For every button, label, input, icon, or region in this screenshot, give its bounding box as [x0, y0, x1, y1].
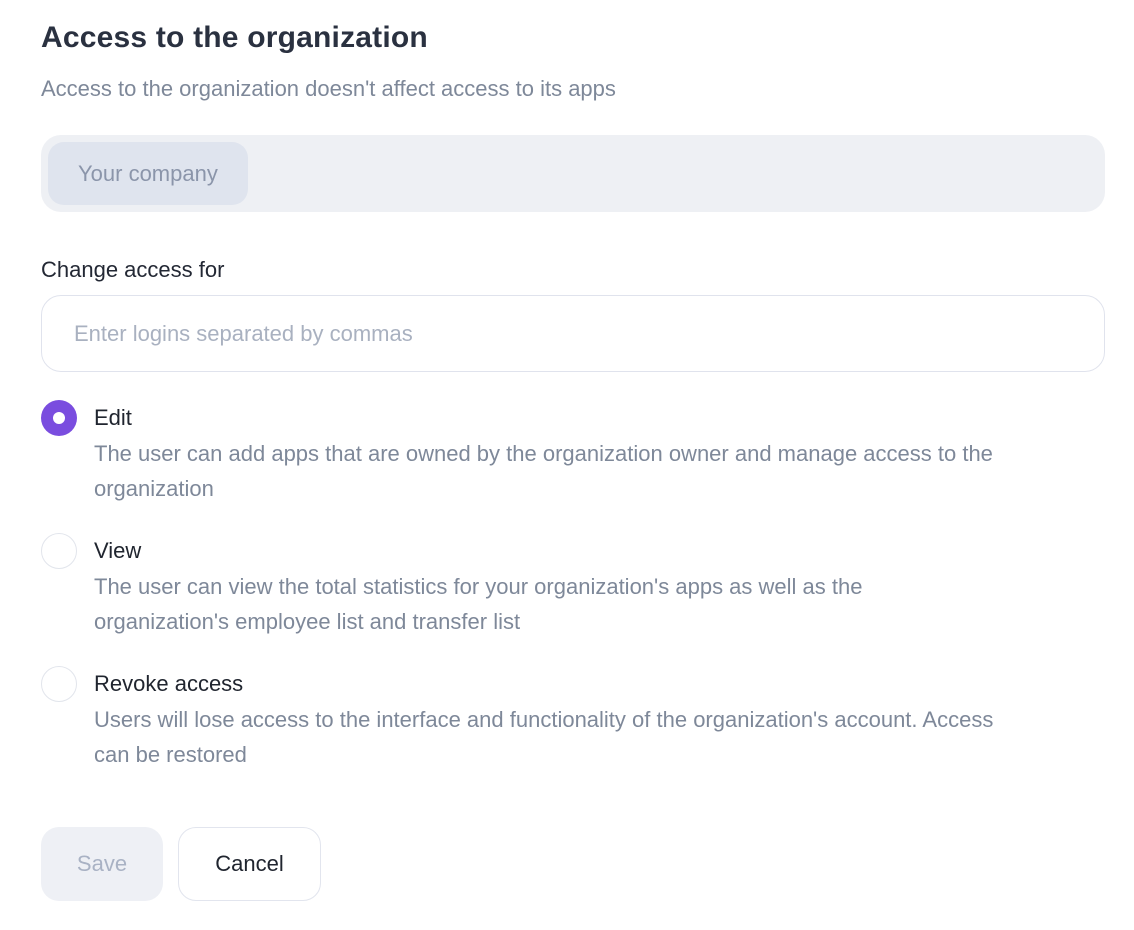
radio-revoke-access[interactable]: [41, 666, 77, 702]
radio-edit[interactable]: [41, 400, 77, 436]
access-level-radio-group: Edit The user can add apps that are owne…: [41, 400, 1105, 772]
option-description-view: The user can view the total statistics f…: [94, 569, 994, 639]
organization-field: Your company: [41, 135, 1105, 212]
organization-chip: Your company: [48, 142, 248, 205]
option-description-revoke-access: Users will lose access to the interface …: [94, 702, 1029, 772]
access-option-revoke: Revoke access Users will lose access to …: [41, 666, 1105, 772]
option-text: Revoke access Users will lose access to …: [94, 666, 1029, 772]
radio-view[interactable]: [41, 533, 77, 569]
option-description-edit: The user can add apps that are owned by …: [94, 436, 1044, 506]
logins-input[interactable]: [41, 295, 1105, 372]
page-subtitle: Access to the organization doesn't affec…: [41, 75, 1105, 102]
option-text: View The user can view the total statist…: [94, 533, 994, 639]
cancel-button[interactable]: Cancel: [178, 827, 321, 901]
access-option-view: View The user can view the total statist…: [41, 533, 1105, 639]
access-option-edit: Edit The user can add apps that are owne…: [41, 400, 1105, 506]
form-actions: Save Cancel: [41, 827, 1105, 901]
option-label-edit[interactable]: Edit: [94, 400, 1044, 436]
save-button[interactable]: Save: [41, 827, 163, 901]
option-label-revoke-access[interactable]: Revoke access: [94, 666, 1029, 702]
change-access-label: Change access for: [41, 256, 1105, 283]
access-settings-panel: Access to the organization Access to the…: [0, 0, 1134, 901]
page-title: Access to the organization: [41, 16, 1105, 60]
option-text: Edit The user can add apps that are owne…: [94, 400, 1044, 506]
option-label-view[interactable]: View: [94, 533, 994, 569]
